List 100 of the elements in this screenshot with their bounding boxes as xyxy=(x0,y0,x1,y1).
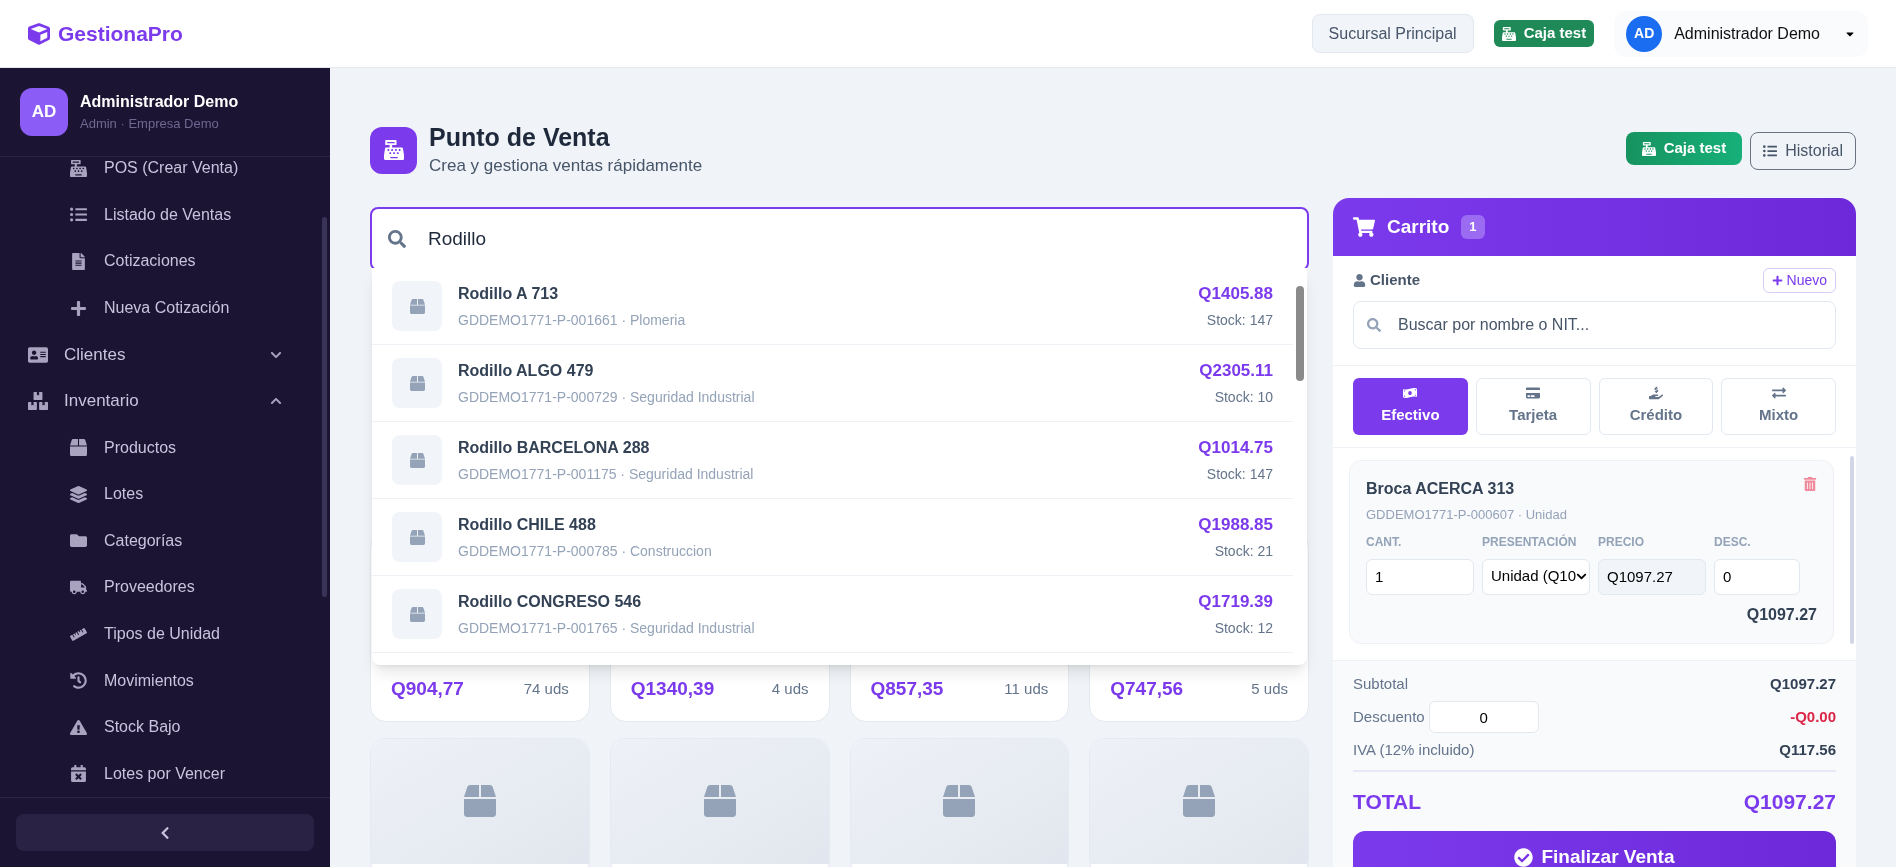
result-stock: Stock: 147 xyxy=(1206,311,1273,331)
nav-group[interactable]: Clientes xyxy=(28,331,306,378)
product-stock: 5 uds xyxy=(1251,679,1288,699)
product-stock: 11 uds xyxy=(1004,679,1049,699)
subtotal-label: Subtotal xyxy=(1353,673,1409,694)
new-client-button[interactable]: Nuevo xyxy=(1762,268,1836,293)
price-field[interactable]: Q1097.27 xyxy=(1598,558,1706,595)
discount-field[interactable]: 0 xyxy=(1714,558,1800,595)
calendar-x-icon xyxy=(68,765,88,783)
result-stock: Stock: 147 xyxy=(1206,465,1273,485)
history-icon xyxy=(68,672,88,690)
search-icon xyxy=(388,229,406,248)
nav-item[interactable]: Lotes xyxy=(28,471,306,518)
result-code: GDDEMO1771-P-001175 · Seguridad Industrial xyxy=(458,464,755,484)
box-icon xyxy=(1183,785,1216,818)
register-icon xyxy=(370,126,417,174)
discount-label: Descuento xyxy=(1353,706,1425,727)
register-badge: Caja test xyxy=(1493,20,1595,47)
user-name: Administrador Demo xyxy=(80,92,239,113)
ruler-icon xyxy=(68,625,88,643)
nav-item[interactable]: Categorías xyxy=(28,517,306,565)
nav-group[interactable]: Inventario xyxy=(28,377,306,425)
payment-method-tab[interactable]: Efectivo xyxy=(1353,378,1468,435)
nav-item[interactable]: Lotes por Vencer xyxy=(28,750,306,797)
box-icon xyxy=(943,785,976,818)
boxes-icon xyxy=(28,391,48,412)
item-name: Broca ACERCA 313 xyxy=(1366,479,1515,499)
client-search-field[interactable]: Buscar por nombre o NIT... xyxy=(1353,301,1836,349)
client-label: Cliente xyxy=(1370,270,1420,291)
nav-item[interactable]: Listado de Ventas xyxy=(28,191,306,239)
result-price: Q2305.11 xyxy=(1199,359,1273,382)
result-name: Rodillo CHILE 488 xyxy=(458,514,597,535)
result-stock: Stock: 21 xyxy=(1214,542,1273,562)
result-name: Rodillo ALGO 479 xyxy=(458,360,595,381)
nav-item[interactable]: Cotizaciones xyxy=(28,238,306,285)
result-code: GDDEMO1771-P-001661 · Plomeria xyxy=(458,310,687,330)
result-item[interactable]: Rodillo CONGRESO 546 GDDEMO1771-P-001765 · Seguridad Industrial Q1719.39 Stock: 12 xyxy=(372,576,1293,653)
truck-icon xyxy=(68,579,88,596)
field-label: CANT. xyxy=(1366,533,1403,551)
box-icon xyxy=(392,281,442,331)
discount-field[interactable]: 0 xyxy=(1428,701,1539,733)
payment-method-tab[interactable]: Mixto xyxy=(1721,378,1836,435)
nav-item[interactable]: Nueva Cotización xyxy=(28,284,306,332)
user-icon xyxy=(1353,274,1366,287)
layers-icon xyxy=(68,485,88,503)
quantity-field[interactable]: 1 xyxy=(1366,558,1474,595)
total-value: Q1097.27 xyxy=(1743,788,1836,815)
result-price: Q1988.85 xyxy=(1198,513,1273,536)
plus-icon xyxy=(68,299,88,317)
box-icon xyxy=(392,435,442,485)
field-label: PRESENTACIÓN xyxy=(1482,533,1578,551)
tax-value: Q117.56 xyxy=(1779,740,1836,760)
page-title: Punto de Venta xyxy=(429,122,611,153)
scrollbar[interactable] xyxy=(1850,456,1854,644)
result-name: Rodillo BARCELONA 288 xyxy=(458,437,651,458)
product-price: Q904,77 xyxy=(391,677,464,701)
result-item[interactable]: Rodillo BARCELONA 288 GDDEMO1771-P-001175 · Seguridad Industrial Q1014.75 Stock: 147 xyxy=(372,422,1293,499)
scrollbar[interactable] xyxy=(322,217,327,597)
payment-method-tab[interactable]: Crédito xyxy=(1598,378,1714,435)
credit-card-icon xyxy=(1526,386,1541,401)
result-item[interactable]: Rodillo A 713 GDDEMO1771-P-001661 · Plomeria Q1405.88 Stock: 147 xyxy=(372,268,1293,345)
nav-item[interactable]: Tipos de Unidad xyxy=(28,610,306,658)
field-label: PRECIO xyxy=(1598,533,1645,551)
payment-method-tab[interactable]: Tarjeta xyxy=(1475,378,1591,435)
exchange-icon xyxy=(1771,386,1786,401)
warning-icon xyxy=(68,718,88,736)
nav-item[interactable]: Proveedores xyxy=(28,564,306,611)
nav-item[interactable]: POS (Crear Venta) xyxy=(28,157,306,192)
result-name: Rodillo A 713 xyxy=(458,283,560,304)
box-icon xyxy=(703,785,736,818)
nav-item[interactable]: Productos xyxy=(28,424,306,472)
result-code: GDDEMO1771-P-000785 · Construccion xyxy=(458,541,713,561)
brand-name: GestionaPro xyxy=(58,20,184,47)
result-item[interactable]: Rodillo CHILE 488 GDDEMO1771-P-000785 · Construccion Q1988.85 Stock: 21 xyxy=(372,499,1293,576)
box-icon xyxy=(392,358,442,408)
user-menu[interactable]: AD Administrador Demo xyxy=(1614,10,1868,57)
count-badge: 1 xyxy=(1461,215,1485,239)
box-icon xyxy=(392,589,442,639)
cube-icon xyxy=(28,22,50,45)
result-stock: Stock: 10 xyxy=(1214,388,1273,408)
result-price: Q1014.75 xyxy=(1198,436,1273,459)
branch-chip[interactable]: Sucursal Principal xyxy=(1311,14,1474,53)
cash-register-icon xyxy=(68,159,88,177)
search-field[interactable]: Rodillo xyxy=(370,206,1309,271)
nav-item[interactable]: Stock Bajo xyxy=(28,703,306,751)
result-stock: Stock: 12 xyxy=(1214,619,1273,639)
plus-icon xyxy=(1771,275,1783,286)
result-price: Q1405.88 xyxy=(1198,282,1273,305)
field-label: DESC. xyxy=(1714,533,1752,551)
finish-sale-button[interactable]: Finalizar Venta xyxy=(1353,831,1836,867)
avatar: AD xyxy=(20,88,68,136)
result-item[interactable]: Rodillo ALGO 479 GDDEMO1771-P-000729 · Seguridad Industrial Q2305.11 Stock: 10 xyxy=(372,345,1293,422)
product-stock: 4 uds xyxy=(771,679,809,699)
tax-label: IVA (12% incluido) xyxy=(1353,740,1475,760)
trash-icon xyxy=(1803,477,1817,491)
nav-item[interactable]: Movimientos xyxy=(28,657,306,704)
product-price: Q1340,39 xyxy=(630,677,715,701)
presentation-select[interactable]: Unidad (Q10 xyxy=(1482,558,1590,595)
result-price: Q1719.39 xyxy=(1198,590,1273,613)
product-price: Q747,56 xyxy=(1110,677,1184,701)
